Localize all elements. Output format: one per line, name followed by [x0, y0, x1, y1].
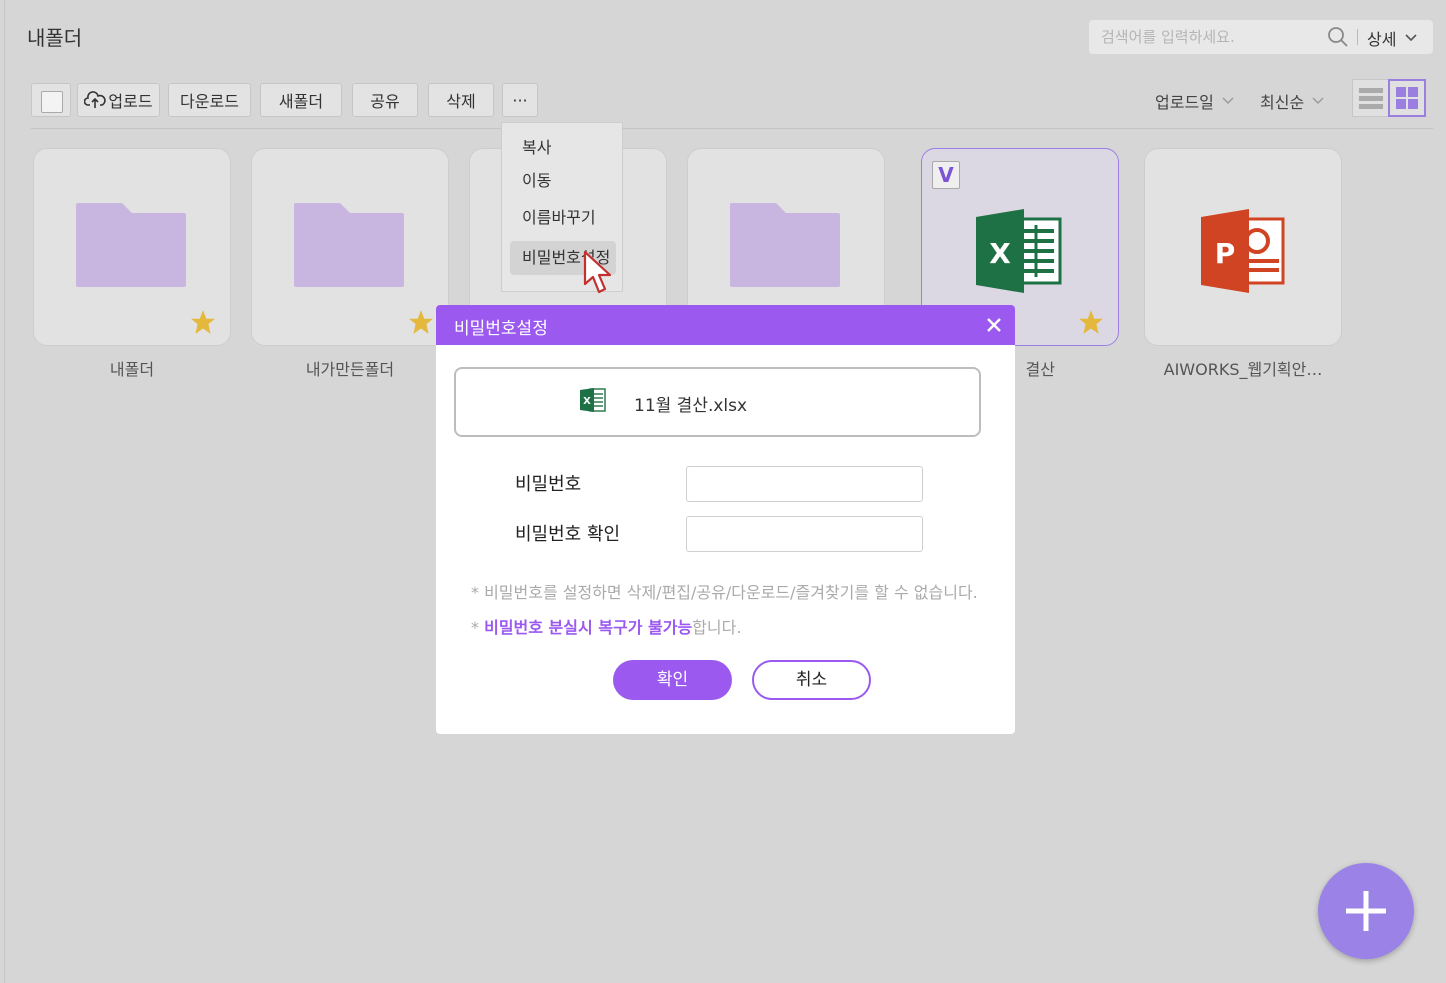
download-button[interactable]: 다운로드 — [168, 83, 251, 117]
upload-label: 업로드 — [108, 92, 153, 111]
chevron-down-icon — [1405, 34, 1418, 42]
password-warning-note: * 비밀번호 분실시 복구가 불가능합니다. — [471, 614, 741, 638]
menu-item-rename[interactable]: 이름바꾸기 — [510, 201, 616, 235]
grid-view-button[interactable] — [1388, 79, 1426, 117]
star-icon[interactable] — [190, 309, 216, 335]
new-folder-button[interactable]: 새폴더 — [260, 83, 342, 117]
cancel-button[interactable]: 취소 — [752, 660, 871, 700]
search-detail-button[interactable]: 상세 — [1367, 26, 1418, 50]
note-prefix: * — [471, 618, 485, 637]
folder-icon — [730, 203, 840, 287]
select-all-checkbox[interactable] — [31, 83, 71, 117]
svg-text:X: X — [989, 237, 1011, 270]
file-card[interactable] — [33, 148, 231, 346]
password-field[interactable] — [686, 466, 923, 502]
more-button[interactable]: ··· — [502, 83, 538, 117]
share-button[interactable]: 공유 — [352, 83, 418, 117]
toolbar-divider — [31, 128, 1433, 129]
note-suffix: 합니다. — [692, 618, 742, 637]
note-highlight: 비밀번호 분실시 복구가 불가능 — [484, 618, 693, 637]
excel-icon: X — [580, 388, 606, 412]
sort-by-label: 업로드일 — [1155, 93, 1214, 112]
page-title: 내폴더 — [27, 26, 83, 50]
modal-title: 비밀번호설정 — [454, 319, 548, 339]
confirm-password-label: 비밀번호 확인 — [515, 524, 621, 545]
file-card[interactable]: P — [1144, 148, 1342, 346]
sort-by-dropdown[interactable]: 업로드일 — [1155, 89, 1234, 113]
svg-text:X: X — [583, 396, 591, 407]
menu-item-move[interactable]: 이동 — [510, 164, 616, 198]
checkbox-box — [41, 91, 63, 113]
file-name: 11월 결산.xlsx — [634, 396, 748, 416]
mouse-pointer-icon — [583, 250, 612, 294]
powerpoint-icon: P — [1201, 209, 1285, 293]
folder-icon — [294, 203, 404, 287]
plus-icon — [1346, 891, 1386, 931]
password-note: * 비밀번호를 설정하면 삭제/편집/공유/다운로드/즐겨찾기를 할 수 없습니… — [471, 583, 978, 602]
search-detail-label: 상세 — [1367, 30, 1397, 49]
add-fab-button[interactable] — [1318, 863, 1414, 959]
close-icon[interactable] — [983, 314, 1005, 336]
file-card-label: 내가만든폴더 — [305, 360, 395, 379]
menu-item-copy[interactable]: 복사 — [510, 131, 616, 165]
chevron-down-icon — [1222, 97, 1234, 104]
confirm-password-field[interactable] — [686, 516, 923, 552]
file-card[interactable] — [251, 148, 449, 346]
chevron-down-icon — [1312, 97, 1324, 104]
grid-view-icon — [1396, 87, 1418, 109]
selected-file-box: X 11월 결산.xlsx — [454, 367, 981, 437]
search-input[interactable] — [1089, 20, 1323, 54]
file-card-label: 내폴더 — [109, 360, 155, 379]
list-view-button[interactable] — [1352, 79, 1390, 117]
selected-badge[interactable]: V — [932, 161, 960, 189]
sort-order-label: 최신순 — [1260, 93, 1305, 112]
password-setting-modal: 비밀번호설정 X 11월 결산.xlsx 비밀번호 비밀번호 확인 * 비밀번호… — [436, 305, 1015, 734]
modal-header: 비밀번호설정 — [436, 305, 1015, 345]
delete-button[interactable]: 삭제 — [428, 83, 494, 117]
search-icon[interactable] — [1327, 26, 1349, 48]
search-bar: 상세 — [1089, 20, 1433, 54]
folder-icon — [76, 203, 186, 287]
star-icon[interactable] — [408, 309, 434, 335]
star-icon[interactable] — [1078, 309, 1104, 335]
excel-icon: X — [976, 209, 1062, 293]
list-view-icon — [1359, 88, 1383, 109]
svg-text:P: P — [1215, 237, 1236, 270]
confirm-button[interactable]: 확인 — [613, 660, 732, 700]
cloud-upload-icon — [84, 91, 107, 108]
password-label: 비밀번호 — [515, 474, 582, 495]
search-separator — [1357, 29, 1358, 45]
upload-button[interactable]: 업로드 — [77, 83, 160, 117]
sort-order-dropdown[interactable]: 최신순 — [1260, 89, 1324, 113]
file-card-label: AIWORKS_웹기획안… — [1163, 360, 1323, 379]
